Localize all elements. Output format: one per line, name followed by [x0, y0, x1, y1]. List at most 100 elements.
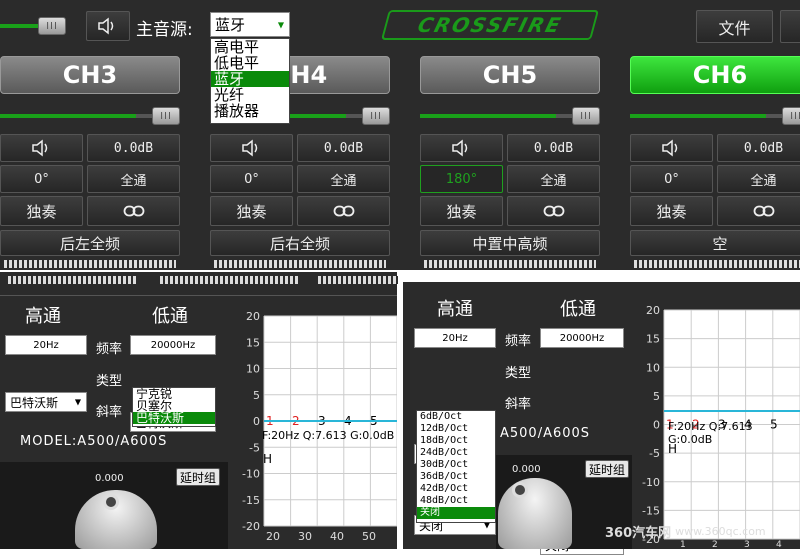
channel-header-ch6[interactable]: CH6: [630, 56, 800, 94]
channel-level-meter: [634, 260, 800, 268]
channel-filter-button[interactable]: 全通: [717, 165, 800, 193]
channel-header-ch3[interactable]: CH3: [0, 56, 180, 94]
slope-option[interactable]: 48dB/Oct: [417, 495, 495, 507]
y-tick-label: -15: [642, 504, 660, 517]
slope-option[interactable]: 42dB/Oct: [417, 483, 495, 495]
highpass-type-select[interactable]: 巴特沃斯▼: [5, 392, 87, 412]
type-label: 类型: [505, 366, 532, 381]
slope-option[interactable]: 6dB/Oct: [417, 411, 495, 423]
master-volume-knob[interactable]: III: [38, 17, 66, 35]
file-button[interactable]: 文件: [696, 10, 773, 43]
type-option[interactable]: 巴特沃斯: [133, 412, 215, 424]
master-source-select[interactable]: 蓝牙 ▼: [210, 12, 290, 37]
speaker-icon: [241, 139, 257, 157]
source-option[interactable]: 蓝牙: [211, 71, 289, 87]
channel-phase-button[interactable]: 0°: [0, 165, 83, 193]
channel-link-button[interactable]: [297, 196, 390, 226]
source-option[interactable]: 播放器: [211, 103, 289, 119]
slope-option[interactable]: 30dB/Oct: [417, 459, 495, 471]
delay-group-button[interactable]: 延时组: [585, 460, 629, 478]
lowpass-frequency-input[interactable]: 20000Hz: [130, 335, 216, 355]
master-source-value: 蓝牙: [215, 16, 246, 34]
slope-option[interactable]: 36dB/Oct: [417, 471, 495, 483]
y-tick-label: -20: [242, 520, 260, 533]
speaker-icon: [661, 139, 677, 157]
x-tick-label: 30: [298, 530, 312, 543]
channel-filter-button[interactable]: 全通: [507, 165, 600, 193]
channel-gain-value[interactable]: 0.0dB: [297, 134, 390, 162]
channel-position-label[interactable]: 后右全频: [210, 230, 390, 256]
x-tick-label: 20: [266, 530, 280, 543]
car-value: 0.000: [512, 464, 541, 475]
channel-solo-button[interactable]: 独奏: [420, 196, 503, 226]
left-graph-info: F:20Hz Q:7.613 G:0.0dB: [262, 429, 395, 442]
channel-position-label[interactable]: 空: [630, 230, 800, 256]
car-image: [498, 478, 572, 549]
slope-option[interactable]: 24dB/Oct: [417, 447, 495, 459]
source-option[interactable]: 高电平: [211, 39, 289, 55]
channel-gain-value[interactable]: 0.0dB: [717, 134, 800, 162]
channel-gain-track[interactable]: [630, 114, 766, 118]
delay-group-button[interactable]: 延时组: [176, 468, 220, 486]
channel-gain-knob[interactable]: III: [782, 107, 800, 125]
y-tick-label: -15: [242, 494, 260, 507]
channel-link-button[interactable]: [507, 196, 600, 226]
channel-mute-button[interactable]: [630, 134, 713, 162]
channel-phase-button[interactable]: 180°: [420, 165, 503, 193]
lowpass-frequency-input[interactable]: 20000Hz: [540, 328, 624, 348]
left-graph-marker: H: [263, 452, 273, 466]
x-tick-label: 3: [744, 540, 750, 549]
channel-gain-track[interactable]: [420, 114, 556, 118]
channel-gain-track[interactable]: [0, 114, 136, 118]
channel-link-button[interactable]: [717, 196, 800, 226]
channel-gain-value[interactable]: 0.0dB: [507, 134, 600, 162]
channel-gain-knob[interactable]: III: [572, 107, 600, 125]
speaker-icon: [98, 17, 114, 35]
channel-mute-button[interactable]: [420, 134, 503, 162]
chevron-down-icon: ▼: [277, 20, 284, 29]
channel-gain-value[interactable]: 0.0dB: [87, 134, 180, 162]
channel-mute-button[interactable]: [210, 134, 293, 162]
channel-position-label[interactable]: 后左全频: [0, 230, 180, 256]
channel-filter-button[interactable]: 全通: [297, 165, 390, 193]
link-icon: [543, 205, 564, 217]
channel-solo-button[interactable]: 独奏: [0, 196, 83, 226]
channel-phase-button[interactable]: 0°: [630, 165, 713, 193]
y-tick-label: 15: [646, 333, 660, 346]
channel-filter-button[interactable]: 全通: [87, 165, 180, 193]
slope-option[interactable]: 12dB/Oct: [417, 423, 495, 435]
channel-solo-button[interactable]: 独奏: [630, 196, 713, 226]
highpass-slope-dropdown[interactable]: 6dB/Oct 12dB/Oct 18dB/Oct 24dB/Oct 30dB/…: [416, 410, 496, 523]
listener-position-icon[interactable]: [512, 482, 528, 498]
channel-header-ch5[interactable]: CH5: [420, 56, 600, 94]
car-value: 0.000: [95, 473, 124, 484]
left-eq-graph[interactable]: 20151050-5-10-15-202030405012345: [228, 296, 397, 549]
slope-option[interactable]: 关闭: [417, 507, 495, 519]
highpass-frequency-input[interactable]: 20Hz: [414, 328, 496, 348]
y-tick-label: 0: [653, 419, 660, 432]
listener-position-icon[interactable]: [103, 494, 119, 510]
right-graph-marker: H: [668, 442, 678, 456]
master-mute-button[interactable]: [86, 11, 130, 41]
slope-option[interactable]: 18dB/Oct: [417, 435, 495, 447]
source-option[interactable]: 低电平: [211, 55, 289, 71]
frequency-label: 频率: [96, 342, 123, 357]
highpass-frequency-input[interactable]: 20Hz: [5, 335, 87, 355]
master-volume-track[interactable]: [0, 24, 40, 28]
y-tick-label: 20: [246, 310, 260, 323]
channel-phase-button[interactable]: 0°: [210, 165, 293, 193]
channel-position-label[interactable]: 中置中高频: [420, 230, 600, 256]
lowpass-type-dropdown[interactable]: 宁克锐 贝塞尔 巴特沃斯: [132, 387, 216, 427]
channel-gain-knob[interactable]: III: [362, 107, 390, 125]
channel-link-button[interactable]: [87, 196, 180, 226]
extra-button[interactable]: [780, 10, 800, 43]
right-eq-graph[interactable]: 20151050-5-10-15-20 1 2 3 41 2 3 4 5: [632, 282, 800, 549]
y-tick-label: 10: [646, 361, 660, 374]
channel-gain-knob[interactable]: III: [152, 107, 180, 125]
channel-mute-button[interactable]: [0, 134, 83, 162]
master-source-dropdown[interactable]: 高电平 低电平 蓝牙 光纤 播放器: [210, 38, 290, 124]
source-option[interactable]: 光纤: [211, 87, 289, 103]
x-tick-label: 50: [362, 530, 376, 543]
slope-label: 斜率: [96, 405, 123, 420]
channel-solo-button[interactable]: 独奏: [210, 196, 293, 226]
